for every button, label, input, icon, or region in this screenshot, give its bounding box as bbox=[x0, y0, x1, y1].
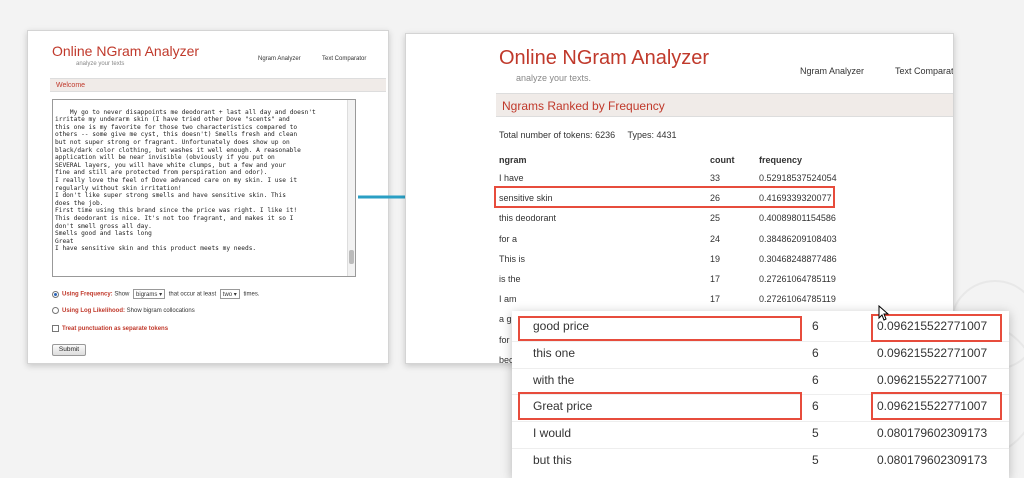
table-cell-count: 25 bbox=[710, 213, 721, 224]
table-cell-frequency: 0.52918537524054 bbox=[759, 173, 837, 183]
table-cell-count: 24 bbox=[710, 233, 721, 244]
highlight-box bbox=[518, 392, 802, 420]
zoom-cell-frequency: 0.080179602309173 bbox=[877, 426, 988, 441]
highlight-box bbox=[494, 186, 835, 208]
app-title: Online NGram Analyzer bbox=[52, 43, 200, 59]
show-text: Show bbox=[114, 291, 130, 298]
punctuation-option: Treat punctuation as separate tokens bbox=[52, 325, 168, 332]
results-section-header: Ngrams Ranked by Frequency bbox=[496, 93, 953, 117]
highlight-box bbox=[871, 392, 1002, 420]
ngram-type-select[interactable]: bigrams ▾ bbox=[133, 289, 166, 299]
table-cell-count: 17 bbox=[710, 294, 721, 305]
table-cell-ngram: I am bbox=[499, 294, 517, 305]
table-cell-frequency: 0.38486209108403 bbox=[759, 233, 837, 244]
min-count-select[interactable]: two ▾ bbox=[219, 289, 240, 299]
nav-ngram-analyzer[interactable]: Ngram Analyzer bbox=[258, 56, 301, 62]
types-value: 4431 bbox=[656, 130, 677, 140]
frequency-label: Using Frequency: bbox=[62, 291, 113, 298]
app-subtitle: analyze your texts. bbox=[516, 73, 592, 83]
column-header-count: count bbox=[710, 155, 735, 165]
zoom-cell-count: 6 bbox=[812, 372, 819, 387]
highlight-box bbox=[518, 316, 802, 341]
occur-text: that occur at least bbox=[168, 291, 217, 298]
min-count-value: two bbox=[222, 292, 233, 298]
zoomed-results: good price 6 0.096215522771007 this one 6 0.0… bbox=[512, 311, 1009, 478]
table-cell-ngram: for a bbox=[499, 233, 518, 244]
zoom-cell-ngram: with the bbox=[533, 372, 575, 387]
nav-ngram-analyzer[interactable]: Ngram Analyzer bbox=[800, 66, 864, 76]
table-cell-count: 17 bbox=[710, 274, 721, 284]
input-window: Online NGram Analyzer analyze your texts… bbox=[27, 30, 389, 364]
zoom-cell-count: 6 bbox=[812, 345, 819, 360]
text-input-area[interactable]: My go to never disappoints me deodorant … bbox=[52, 99, 356, 277]
zoom-cell-ngram: this one bbox=[533, 345, 576, 360]
table-cell-count: 33 bbox=[710, 173, 721, 183]
table-cell-frequency: 0.27261064785119 bbox=[759, 274, 836, 284]
zoom-cell-ngram: but this bbox=[533, 453, 572, 467]
select-arrow-icon: ▾ bbox=[159, 292, 163, 298]
table-cell-ngram: for bbox=[499, 334, 510, 345]
table-cell-frequency: 0.27261064785119 bbox=[759, 294, 836, 305]
zoom-cell-frequency: 0.096215522771007 bbox=[877, 345, 988, 360]
log-likelihood-option: Using Log Likelihood: Show bigram colloc… bbox=[52, 307, 195, 314]
table-cell-ngram: a g bbox=[499, 314, 512, 325]
table-cell-frequency: 0.40089801154586 bbox=[759, 213, 836, 224]
table-cell-ngram: is the bbox=[499, 274, 521, 284]
app-subtitle: analyze your texts bbox=[76, 61, 125, 67]
total-tokens-value: 6236 bbox=[595, 130, 616, 140]
column-header-ngram: ngram bbox=[499, 155, 527, 165]
zoom-cell-count: 6 bbox=[812, 399, 819, 414]
app-title: Online NGram Analyzer bbox=[499, 47, 710, 69]
table-cell-ngram: This is bbox=[499, 253, 526, 264]
token-totals: Total number of tokens: 6236 Types: 4431 bbox=[499, 130, 677, 140]
nav-text-comparator[interactable]: Text Comparat bbox=[895, 66, 953, 76]
highlight-box bbox=[871, 314, 1002, 342]
zoom-cell-count: 5 bbox=[812, 426, 819, 441]
section-header: Welcome bbox=[50, 78, 386, 92]
column-header-frequency: frequency bbox=[759, 155, 803, 165]
row-divider bbox=[512, 367, 1009, 369]
types-label: Types: bbox=[627, 130, 654, 140]
text-input-value: My go to never disappoints me deodorant … bbox=[55, 108, 316, 253]
table-cell-count: 19 bbox=[710, 253, 721, 264]
nav-text-comparator[interactable]: Text Comparator bbox=[322, 56, 366, 62]
table-cell-ngram: this deodorant bbox=[499, 213, 557, 224]
zoom-cell-frequency: 0.080179602309173 bbox=[877, 453, 988, 467]
row-divider bbox=[512, 448, 1009, 449]
total-tokens-label: Total number of tokens: bbox=[499, 130, 593, 140]
punctuation-label: Treat punctuation as separate tokens bbox=[62, 326, 169, 333]
log-likelihood-label: Using Log Likelihood: bbox=[62, 308, 125, 315]
table-cell-ngram: I have bbox=[499, 173, 524, 183]
zoom-cell-count: 5 bbox=[812, 453, 819, 467]
submit-button[interactable]: Submit bbox=[52, 344, 86, 356]
row-divider bbox=[512, 421, 1009, 423]
textarea-scrollbar[interactable] bbox=[347, 100, 355, 276]
select-arrow-icon: ▾ bbox=[233, 292, 237, 298]
frequency-radio[interactable] bbox=[52, 290, 59, 298]
log-likelihood-text: Show bigram collocations bbox=[126, 308, 195, 315]
frequency-option: Using Frequency: Show bigrams ▾ that occ… bbox=[52, 289, 260, 299]
punctuation-checkbox[interactable] bbox=[52, 325, 59, 332]
zoom-cell-frequency: 0.096215522771007 bbox=[877, 372, 988, 387]
mouse-cursor-icon bbox=[878, 305, 890, 321]
zoom-cell-ngram: I would bbox=[533, 426, 572, 441]
log-likelihood-radio[interactable] bbox=[52, 307, 59, 314]
times-text: times. bbox=[243, 291, 260, 298]
table-cell-frequency: 0.30468248877486 bbox=[759, 253, 837, 264]
scrollbar-thumb[interactable] bbox=[349, 250, 354, 264]
zoom-cell-count: 6 bbox=[812, 319, 819, 333]
ngram-type-value: bigrams bbox=[136, 292, 158, 298]
